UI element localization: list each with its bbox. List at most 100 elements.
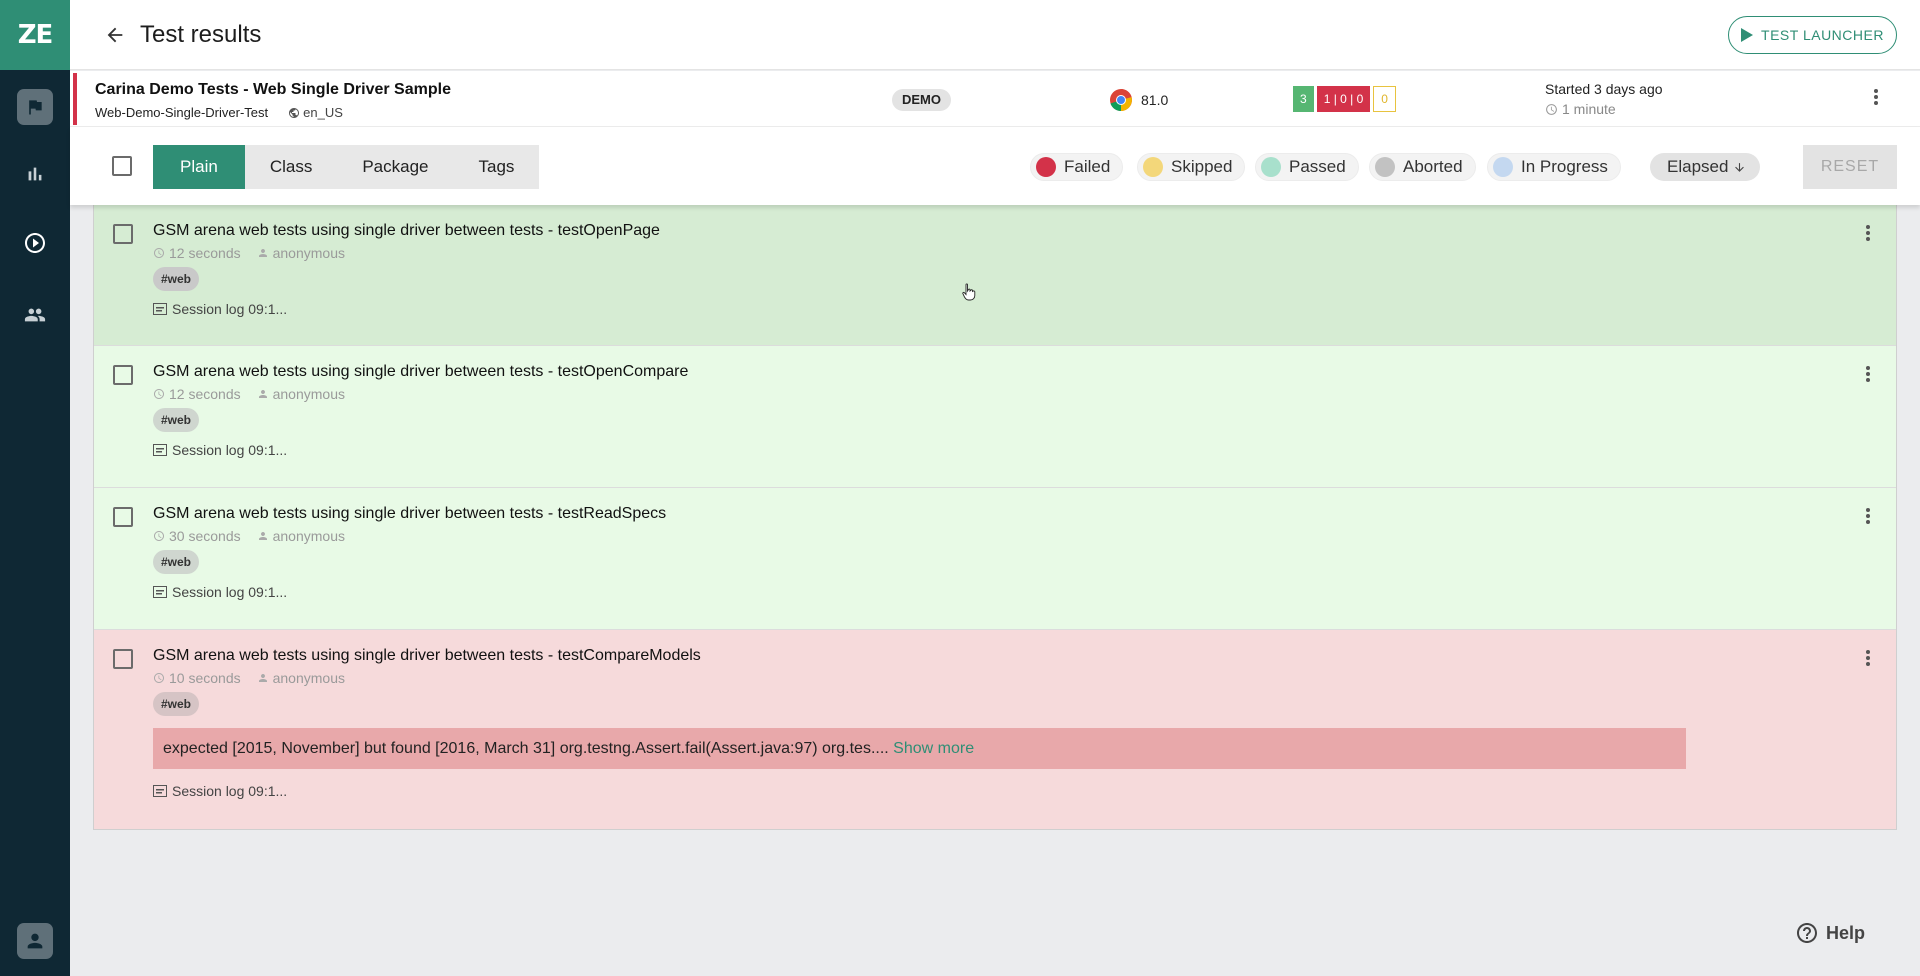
test-meta: 12 seconds anonymous xyxy=(153,386,345,402)
filter-skipped[interactable]: Skipped xyxy=(1137,153,1246,181)
browser-version: 81.0 xyxy=(1141,92,1169,108)
logo[interactable]: ZE xyxy=(0,0,70,70)
filter-skipped-label: Skipped xyxy=(1171,157,1233,176)
run-locale: en_US xyxy=(288,105,343,120)
session-log-link[interactable]: Session log 09:1... xyxy=(153,783,287,799)
skipped-dot-icon xyxy=(1143,157,1163,177)
test-row[interactable]: GSM arena web tests using single driver … xyxy=(94,630,1896,829)
filter-passed[interactable]: Passed xyxy=(1255,153,1359,181)
clock-icon xyxy=(1546,103,1557,115)
help-label: Help xyxy=(1826,922,1866,943)
run-elapsed: 1 minute xyxy=(1545,101,1616,117)
test-tag[interactable]: #web xyxy=(153,692,200,716)
test-owner-name: anonymous xyxy=(272,528,345,544)
test-menu-icon[interactable] xyxy=(1856,221,1880,245)
tab-package[interactable]: Package xyxy=(337,145,453,189)
test-checkbox[interactable] xyxy=(113,224,133,244)
test-menu-icon[interactable] xyxy=(1856,646,1880,670)
test-checkbox[interactable] xyxy=(113,649,133,669)
aborted-dot-icon xyxy=(1375,157,1395,177)
skipped-count-badge: 0 xyxy=(1373,86,1396,112)
sidebar-item-account[interactable] xyxy=(0,913,70,969)
sort-elapsed[interactable]: Elapsed xyxy=(1650,153,1761,181)
session-log-link[interactable]: Session log 09:1... xyxy=(153,301,287,317)
test-checkbox[interactable] xyxy=(113,365,133,385)
test-meta: 10 seconds anonymous xyxy=(153,670,345,686)
clock-icon xyxy=(154,673,164,683)
filter-in-progress-label: In Progress xyxy=(1521,157,1608,176)
test-tag[interactable]: #web xyxy=(153,408,200,432)
test-owner-name: anonymous xyxy=(272,245,345,261)
test-row[interactable]: GSM arena web tests using single driver … xyxy=(94,346,1896,488)
session-log-label: Session log 09:1... xyxy=(172,442,288,458)
test-launcher-label: TEST LAUNCHER xyxy=(1761,27,1884,43)
tab-plain[interactable]: Plain xyxy=(153,145,245,189)
passed-dot-icon xyxy=(1261,157,1281,177)
help-button[interactable]: Help xyxy=(1795,921,1865,945)
in-progress-dot-icon xyxy=(1493,157,1513,177)
test-duration: 30 seconds xyxy=(169,528,241,544)
run-started: Started 3 days ago xyxy=(1545,81,1663,97)
log-icon xyxy=(153,586,167,598)
test-meta: 12 seconds anonymous xyxy=(153,245,345,261)
sidebar-item-members[interactable] xyxy=(0,289,70,345)
show-more-link[interactable]: Show more xyxy=(893,740,974,757)
session-log-link[interactable]: Session log 09:1... xyxy=(153,442,287,458)
session-log-link[interactable]: Session log 09:1... xyxy=(153,584,287,600)
run-locale-value: en_US xyxy=(303,105,343,120)
filter-in-progress[interactable]: In Progress xyxy=(1487,153,1621,181)
test-duration: 12 seconds xyxy=(169,386,241,402)
run-stats: 3 1 | 0 | 0 0 xyxy=(1293,86,1396,112)
test-tag[interactable]: #web xyxy=(153,550,200,574)
select-all-checkbox[interactable] xyxy=(112,156,132,176)
test-row[interactable]: GSM arena web tests using single driver … xyxy=(94,488,1896,630)
test-tag[interactable]: #web xyxy=(153,267,200,291)
run-menu-icon[interactable] xyxy=(1864,85,1888,109)
filter-aborted-label: Aborted xyxy=(1403,157,1463,176)
test-launcher-button[interactable]: TEST LAUNCHER xyxy=(1728,16,1897,54)
test-owner: anonymous xyxy=(257,528,345,544)
test-name[interactable]: GSM arena web tests using single driver … xyxy=(153,222,660,240)
people-icon xyxy=(24,304,46,331)
environment-badge: DEMO xyxy=(892,89,951,111)
test-owner: anonymous xyxy=(257,670,345,686)
test-meta: 30 seconds anonymous xyxy=(153,528,345,544)
log-icon xyxy=(153,303,167,315)
test-owner-name: anonymous xyxy=(272,670,345,686)
sidebar-item-runs[interactable] xyxy=(0,79,70,135)
sidebar-item-dashboards[interactable] xyxy=(0,148,70,204)
test-duration: 12 seconds xyxy=(169,245,241,261)
session-log-label: Session log 09:1... xyxy=(172,584,288,600)
filter-failed[interactable]: Failed xyxy=(1030,153,1124,181)
test-duration: 10 seconds xyxy=(169,670,241,686)
person-icon xyxy=(258,532,267,540)
test-menu-icon[interactable] xyxy=(1856,504,1880,528)
person-icon xyxy=(258,249,267,257)
session-log-label: Session log 09:1... xyxy=(172,301,288,317)
tab-class[interactable]: Class xyxy=(245,145,338,189)
sort-label: Elapsed xyxy=(1667,157,1729,176)
bar-chart-icon xyxy=(24,163,46,190)
filter-aborted[interactable]: Aborted xyxy=(1369,153,1476,181)
hand-cursor-icon xyxy=(962,283,976,301)
test-menu-icon[interactable] xyxy=(1856,362,1880,386)
reset-button[interactable]: RESET xyxy=(1803,145,1897,189)
test-owner-name: anonymous xyxy=(272,386,345,402)
test-checkbox[interactable] xyxy=(113,507,133,527)
test-name[interactable]: GSM arena web tests using single driver … xyxy=(153,363,688,381)
log-icon xyxy=(153,444,167,456)
sidebar-item-launcher[interactable] xyxy=(0,217,70,273)
filter-failed-label: Failed xyxy=(1064,157,1111,176)
test-row[interactable]: GSM arena web tests using single driver … xyxy=(94,205,1896,346)
run-elapsed-value: 1 minute xyxy=(1562,101,1616,117)
failed-count-badge: 1 | 0 | 0 xyxy=(1316,86,1371,112)
back-arrow-icon[interactable] xyxy=(104,23,128,47)
play-circle-icon xyxy=(23,231,47,260)
test-name[interactable]: GSM arena web tests using single driver … xyxy=(153,647,701,665)
filter-passed-label: Passed xyxy=(1289,157,1346,176)
tab-tags[interactable]: Tags xyxy=(454,145,540,189)
passed-count-badge: 3 xyxy=(1293,86,1314,112)
log-icon xyxy=(153,785,167,797)
browser-info: 81.0 xyxy=(1109,88,1168,112)
test-name[interactable]: GSM arena web tests using single driver … xyxy=(153,505,666,523)
